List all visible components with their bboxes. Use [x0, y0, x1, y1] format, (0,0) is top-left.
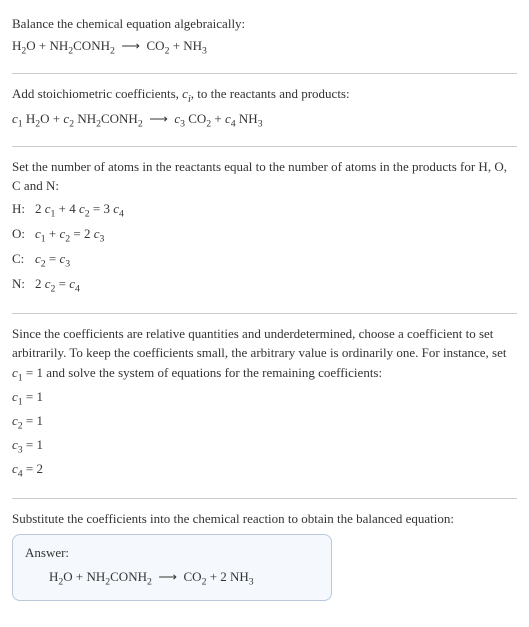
atoms-intro: Set the number of atoms in the reactants… — [12, 157, 517, 196]
stoich-section: Add stoichiometric coefficients, ci, to … — [12, 78, 517, 142]
atom-label: H: — [12, 198, 35, 223]
title-equation: H2O + NH2CONH2 ⟶ CO2 + NH3 — [12, 36, 517, 59]
atom-label: C: — [12, 248, 35, 273]
divider — [12, 146, 517, 147]
choose-intro: Since the coefficients are relative quan… — [12, 324, 517, 386]
answer-label: Answer: — [25, 543, 319, 563]
coef-line: c3 = 1 — [12, 435, 517, 458]
atom-label: O: — [12, 223, 35, 248]
answer-equation: H2O + NH2CONH2 ⟶ CO2 + 2 NH3 — [25, 567, 319, 590]
title-text: Balance the chemical equation algebraica… — [12, 14, 517, 34]
atom-equation: 2 c1 + 4 c2 = 3 c4 — [35, 198, 130, 223]
atom-equation: c1 + c2 = 2 c3 — [35, 223, 130, 248]
divider — [12, 73, 517, 74]
atoms-section: Set the number of atoms in the reactants… — [12, 151, 517, 309]
choose-section: Since the coefficients are relative quan… — [12, 318, 517, 494]
coef-line: c4 = 2 — [12, 459, 517, 482]
divider — [12, 313, 517, 314]
substitute-intro: Substitute the coefficients into the che… — [12, 509, 517, 529]
atom-equation: c2 = c3 — [35, 248, 130, 273]
stoich-intro: Add stoichiometric coefficients, ci, to … — [12, 84, 517, 107]
atom-equations-table: H: 2 c1 + 4 c2 = 3 c4 O: c1 + c2 = 2 c3 … — [12, 198, 130, 299]
table-row: O: c1 + c2 = 2 c3 — [12, 223, 130, 248]
answer-box: Answer: H2O + NH2CONH2 ⟶ CO2 + 2 NH3 — [12, 534, 332, 601]
coef-line: c2 = 1 — [12, 411, 517, 434]
title-section: Balance the chemical equation algebraica… — [12, 8, 517, 69]
divider — [12, 498, 517, 499]
atom-label: N: — [12, 273, 35, 298]
stoich-equation: c1 H2O + c2 NH2CONH2 ⟶ c3 CO2 + c4 NH3 — [12, 109, 517, 132]
atom-equation: 2 c2 = c4 — [35, 273, 130, 298]
coef-line: c1 = 1 — [12, 387, 517, 410]
table-row: H: 2 c1 + 4 c2 = 3 c4 — [12, 198, 130, 223]
substitute-section: Substitute the coefficients into the che… — [12, 503, 517, 611]
table-row: C: c2 = c3 — [12, 248, 130, 273]
table-row: N: 2 c2 = c4 — [12, 273, 130, 298]
